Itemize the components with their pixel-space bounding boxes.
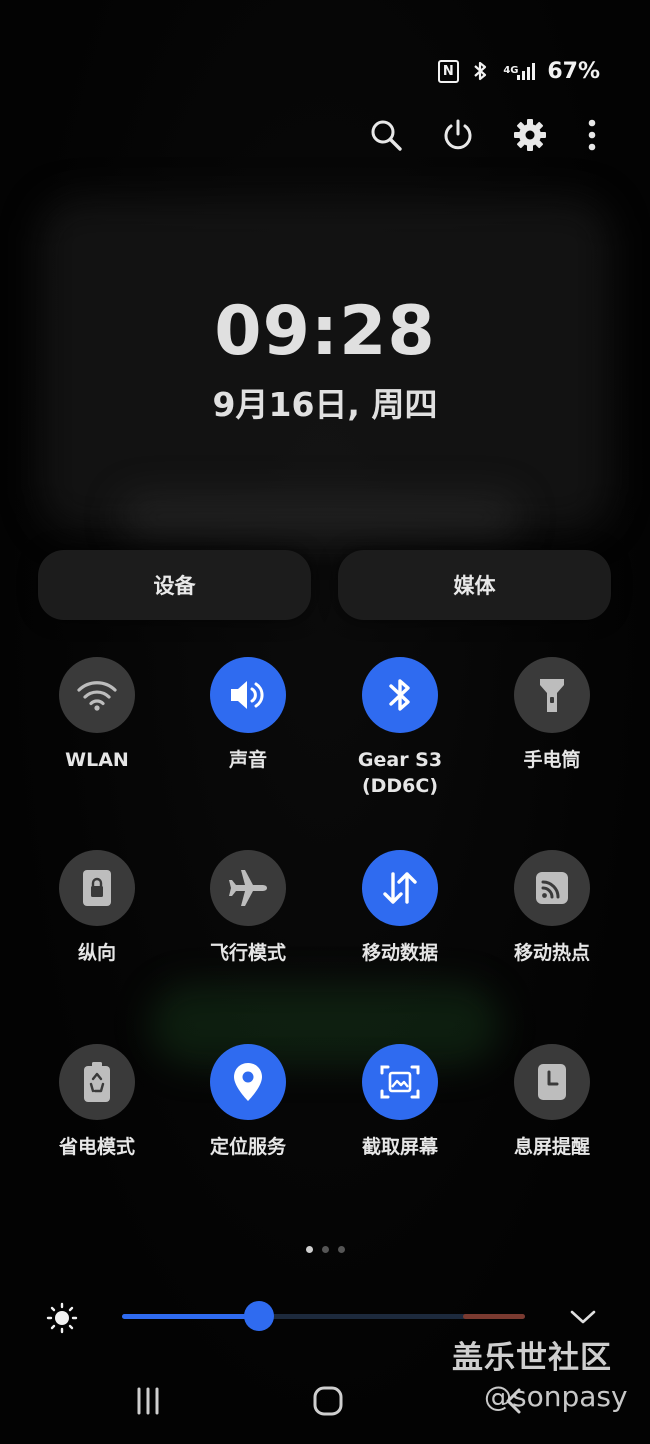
tile-hotspot-toggle[interactable] — [514, 850, 590, 926]
tile-screenshot-toggle[interactable] — [362, 1044, 438, 1120]
hotspot-icon — [536, 872, 568, 904]
tile-bluetooth-toggle[interactable] — [362, 657, 438, 733]
media-button[interactable]: 媒体 — [338, 550, 611, 620]
clock-date[interactable]: 9月16日, 周四 — [0, 380, 650, 430]
sound-icon — [231, 681, 264, 709]
background-blur-pill — [120, 495, 520, 540]
watermark-community: 盖乐世社区 — [452, 1340, 612, 1376]
brightness-slider[interactable] — [122, 1301, 525, 1331]
flashlight-icon — [540, 679, 564, 712]
tile-battery-saver[interactable]: 省电模式 — [22, 1044, 172, 1214]
tile-bluetooth[interactable]: Gear S3 (DD6C) — [325, 657, 475, 827]
tile-sound-toggle[interactable] — [210, 657, 286, 733]
tile-battery-saver-toggle[interactable] — [59, 1044, 135, 1120]
tile-location-toggle[interactable] — [210, 1044, 286, 1120]
settings-button[interactable] — [512, 110, 548, 160]
tile-wlan[interactable]: WLAN — [22, 657, 172, 827]
page-dot[interactable] — [305, 1246, 313, 1253]
power-icon — [444, 119, 472, 150]
nav-recents-button[interactable] — [126, 1378, 170, 1424]
screenshot-icon — [380, 1065, 420, 1099]
tile-label: 飞行模式 — [209, 942, 286, 964]
tile-label: 定位服务 — [209, 1136, 286, 1158]
tile-flashlight[interactable]: 手电筒 — [477, 657, 627, 827]
clock-time[interactable]: 09:28 — [0, 292, 650, 372]
expand-button[interactable] — [568, 1302, 598, 1332]
battery-saver-icon — [84, 1062, 110, 1102]
page-dot[interactable] — [337, 1246, 345, 1253]
more-options-button[interactable] — [584, 110, 600, 160]
battery-level: 67% — [547, 58, 600, 84]
home-icon — [313, 1386, 343, 1416]
tile-wlan-toggle[interactable] — [59, 657, 135, 733]
location-icon — [234, 1063, 262, 1101]
recents-icon — [137, 1387, 159, 1415]
devices-button[interactable]: 设备 — [38, 550, 311, 620]
tile-aod-toggle[interactable] — [514, 1044, 590, 1120]
portrait-lock-icon — [83, 870, 111, 906]
page-dot[interactable] — [321, 1246, 329, 1253]
page-indicator — [0, 1246, 650, 1253]
status-bar: N 4G 67% — [437, 56, 600, 86]
mobile-data-icon — [383, 872, 417, 904]
search-button[interactable] — [368, 110, 404, 160]
tile-label: 省电模式 — [58, 1136, 135, 1158]
nfc-icon: N — [437, 59, 459, 83]
tile-airplane-toggle[interactable] — [210, 850, 286, 926]
nfc-label: N — [437, 59, 459, 83]
tile-label: Gear S3 (DD6C) — [357, 749, 443, 797]
tile-location[interactable]: 定位服务 — [173, 1044, 323, 1214]
power-button[interactable] — [440, 110, 476, 160]
nav-home-button[interactable] — [306, 1378, 350, 1424]
tile-sound[interactable]: 声音 — [173, 657, 323, 827]
panel-toolbar — [368, 110, 600, 160]
tile-hotspot[interactable]: 移动热点 — [477, 850, 627, 1020]
brightness-fill — [122, 1314, 259, 1319]
tile-portrait[interactable]: 纵向 — [22, 850, 172, 1020]
brightness-thumb[interactable] — [244, 1301, 274, 1331]
nav-back-button[interactable] — [492, 1378, 536, 1424]
tile-always-on-display[interactable]: 息屏提醒 — [477, 1044, 627, 1214]
tile-label: 移动热点 — [513, 942, 590, 964]
tile-airplane[interactable]: 飞行模式 — [173, 850, 323, 1020]
network-type: 4G — [503, 65, 519, 76]
bluetooth-icon — [389, 679, 410, 711]
tile-portrait-toggle[interactable] — [59, 850, 135, 926]
tile-mobile-data-toggle[interactable] — [362, 850, 438, 926]
tile-flashlight-toggle[interactable] — [514, 657, 590, 733]
airplane-icon — [229, 870, 267, 906]
tile-label: 纵向 — [77, 942, 116, 964]
signal-icon: 4G — [501, 60, 537, 82]
wifi-icon — [77, 681, 117, 711]
tile-label: WLAN — [65, 749, 129, 771]
search-icon — [371, 120, 402, 151]
tile-mobile-data[interactable]: 移动数据 — [325, 850, 475, 1020]
quick-panel-screen: N 4G 67% 09:28 9月16日, 周四 设备 媒体 WLAN 声音 G… — [0, 0, 650, 1444]
brightness-track-end — [463, 1314, 525, 1319]
tile-label: 手电筒 — [523, 749, 581, 771]
back-icon — [506, 1388, 521, 1414]
always-on-display-icon — [538, 1064, 566, 1100]
settings-icon — [514, 119, 546, 151]
more-icon — [588, 119, 596, 151]
chevron-down-icon — [570, 1310, 596, 1324]
tile-screenshot[interactable]: 截取屏幕 — [325, 1044, 475, 1214]
tile-label: 截取屏幕 — [361, 1136, 438, 1158]
media-label: 媒体 — [453, 574, 496, 598]
tile-label: 声音 — [228, 749, 267, 771]
brightness-icon — [46, 1302, 78, 1334]
tile-label: 息屏提醒 — [513, 1136, 590, 1158]
devices-label: 设备 — [153, 574, 196, 598]
bluetooth-icon — [469, 60, 491, 82]
tile-label: 移动数据 — [361, 942, 438, 964]
